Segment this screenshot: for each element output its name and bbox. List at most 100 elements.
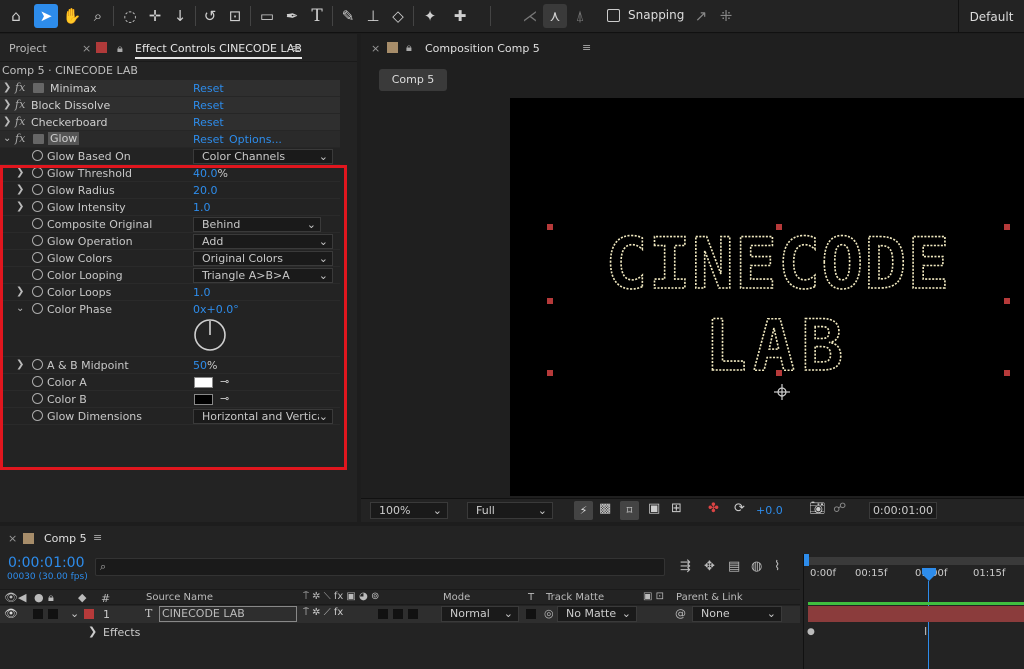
reset-link[interactable]: Reset — [193, 99, 224, 112]
snap-edge-icon[interactable]: ↗ — [689, 4, 713, 28]
close-icon[interactable]: × — [82, 42, 91, 55]
graph-editor-icon[interactable]: ⌇ — [774, 559, 780, 574]
tab-timeline-comp[interactable]: Comp 5 — [44, 532, 87, 545]
keyframe-marker-icon[interactable]: ● — [807, 627, 815, 637]
motion-blur-icon[interactable]: ◍ — [751, 559, 762, 574]
snap-grid-icon[interactable]: ⁜ — [714, 4, 738, 28]
guides-icon[interactable]: ⊞ — [671, 501, 682, 516]
effect-row-block-dissolve[interactable]: ❯ fx Block Dissolve Reset — [0, 97, 340, 114]
chevron-right-icon[interactable]: ❯ — [3, 82, 11, 93]
snapping-checkbox[interactable] — [607, 9, 620, 22]
col-source-name[interactable]: Source Name — [146, 592, 213, 603]
type-tool-icon[interactable]: T — [305, 4, 329, 28]
dolly-camera-icon[interactable]: ↓ — [168, 4, 192, 28]
reset-link[interactable]: Reset — [193, 82, 224, 95]
label-column-icon[interactable]: ◆ — [78, 591, 86, 604]
matte-pickwhip-icon[interactable]: ◎ — [544, 607, 554, 620]
local-axis-icon[interactable]: ⋌ — [518, 4, 542, 28]
panel-menu-icon[interactable]: ≡ — [93, 531, 102, 544]
view-axis-icon[interactable]: ⍋ — [568, 4, 592, 28]
zoom-tool-icon[interactable]: ⌕ — [86, 4, 110, 28]
options-link[interactable]: Options... — [229, 133, 282, 146]
transparency-grid-icon[interactable]: ▩ — [599, 501, 611, 516]
rotate-tool-icon[interactable]: ↺ — [198, 4, 222, 28]
layer-duration-bar[interactable] — [808, 606, 1024, 622]
work-area-start-handle[interactable] — [804, 554, 809, 566]
fx-icon[interactable]: fx — [15, 98, 25, 111]
panel-menu-icon[interactable]: ≡ — [291, 42, 300, 55]
fx-icon[interactable]: fx — [15, 115, 25, 128]
track-matte-dropdown[interactable]: No Matte ⌄ — [557, 606, 637, 622]
visibility-eye-icon[interactable]: 👁︎ — [4, 607, 18, 620]
switch-box[interactable] — [378, 609, 388, 619]
comp-subtab[interactable]: Comp 5 — [379, 69, 447, 91]
chevron-right-icon[interactable]: ❯ — [3, 116, 11, 127]
tab-composition[interactable]: Composition Comp 5 — [425, 42, 540, 55]
panel-menu-icon[interactable]: ≡ — [582, 41, 591, 54]
workspace-default[interactable]: Default — [958, 0, 1024, 33]
composition-viewer[interactable]: CINECODE LAB — [510, 98, 1024, 496]
switch-box[interactable] — [393, 609, 403, 619]
frame-blending-icon[interactable]: ▤ — [728, 559, 740, 574]
lock-icon[interactable]: 🔒︎ — [406, 41, 412, 55]
chevron-right-icon[interactable]: ❯ — [3, 99, 11, 110]
work-area-bar[interactable] — [804, 557, 1024, 565]
reset-link[interactable]: Reset — [193, 133, 224, 146]
viewer-timecode[interactable]: 0:00:01:00 — [869, 502, 937, 519]
zoom-dropdown[interactable]: 100% ⌄ — [370, 502, 448, 519]
current-time[interactable]: 0:00:01:00 — [8, 555, 85, 571]
lock-icon[interactable]: 🔒︎ — [117, 42, 123, 56]
layer-mode-dropdown[interactable]: Normal ⌄ — [441, 606, 519, 622]
pen-tool-icon[interactable]: ✒ — [280, 4, 304, 28]
eraser-tool-icon[interactable]: ◇ — [386, 4, 410, 28]
parent-dropdown[interactable]: None ⌄ — [692, 606, 782, 622]
effect-row-minimax[interactable]: ❯ fx Minimax Reset — [0, 80, 340, 97]
hand-tool-icon[interactable]: ✋ — [60, 4, 84, 28]
effect-row-glow[interactable]: ⌄ fx Glow Reset Options... — [0, 131, 340, 148]
orbit-camera-icon[interactable]: ◌ — [118, 4, 142, 28]
reset-exposure-icon[interactable]: ⟳ — [734, 501, 745, 516]
tab-project[interactable]: Project — [9, 42, 47, 55]
lock-toggle[interactable] — [48, 609, 58, 619]
tab-effect-controls[interactable]: Effect Controls CINECODE LAB — [135, 42, 302, 59]
region-of-interest-icon[interactable]: ▣ — [648, 501, 660, 516]
audio-column-icon[interactable]: ◀ — [18, 591, 26, 604]
close-icon[interactable]: × — [8, 532, 17, 545]
snapshot-icon[interactable]: 📷︎ — [809, 501, 826, 516]
solo-column-icon[interactable]: ● — [34, 591, 44, 604]
effects-row[interactable]: ❯ Effects — [0, 624, 800, 641]
channels-icon[interactable]: ✤ — [708, 501, 719, 516]
resolution-dropdown[interactable]: Full ⌄ — [467, 502, 553, 519]
glow-based-on-dropdown[interactable]: Color Channels ⌄ — [193, 149, 333, 164]
clone-stamp-icon[interactable]: ⊥ — [361, 4, 385, 28]
search-input[interactable]: ⌕ — [95, 558, 665, 576]
parent-pickwhip-icon[interactable]: @ — [675, 607, 686, 620]
keyframe-marker-icon[interactable]: I — [924, 625, 927, 638]
chevron-down-icon[interactable]: ⌄ — [3, 133, 11, 144]
fx-icon[interactable]: fx — [15, 132, 25, 145]
mask-visibility-icon[interactable]: ⌑ — [620, 501, 639, 520]
fx-icon[interactable]: fx — [15, 81, 25, 94]
layer-row[interactable]: 👁︎ ⌄ 1 T CINECODE LAB ⍑ ✲ ⟋ fx Normal ⌄ ◎… — [0, 606, 800, 623]
reset-link[interactable]: Reset — [193, 116, 224, 129]
puppet-pin-icon[interactable]: ✚ — [448, 4, 472, 28]
brush-tool-icon[interactable]: ✎ — [336, 4, 360, 28]
visibility-column-icon[interactable]: 👁︎ — [4, 591, 18, 604]
switch-box[interactable] — [408, 609, 418, 619]
layer-label-color[interactable] — [84, 609, 94, 619]
show-snapshot-icon[interactable]: ☍ — [833, 501, 846, 516]
selection-tool-icon[interactable]: ➤ — [34, 4, 58, 28]
home-icon[interactable]: ⌂ — [4, 4, 28, 28]
chevron-right-icon[interactable]: ❯ — [88, 625, 97, 638]
chevron-down-icon[interactable]: ⌄ — [70, 607, 79, 620]
stopwatch-icon[interactable] — [32, 150, 43, 161]
exposure-value[interactable]: +0.0 — [756, 504, 783, 517]
fast-previews-icon[interactable]: ⚡ — [574, 501, 593, 520]
switches-column-icons[interactable]: ⍑ ✲ ⟍ fx ▣ ◕ ⊚ — [303, 591, 379, 602]
pan-behind-icon[interactable]: ⊡ — [223, 4, 247, 28]
layer-name-field[interactable]: CINECODE LAB — [159, 606, 297, 622]
preserve-transparency-toggle[interactable] — [526, 609, 536, 619]
rectangle-tool-icon[interactable]: ▭ — [255, 4, 279, 28]
playhead-icon[interactable] — [920, 568, 938, 582]
shy-layers-icon[interactable]: ✥ — [704, 559, 715, 574]
